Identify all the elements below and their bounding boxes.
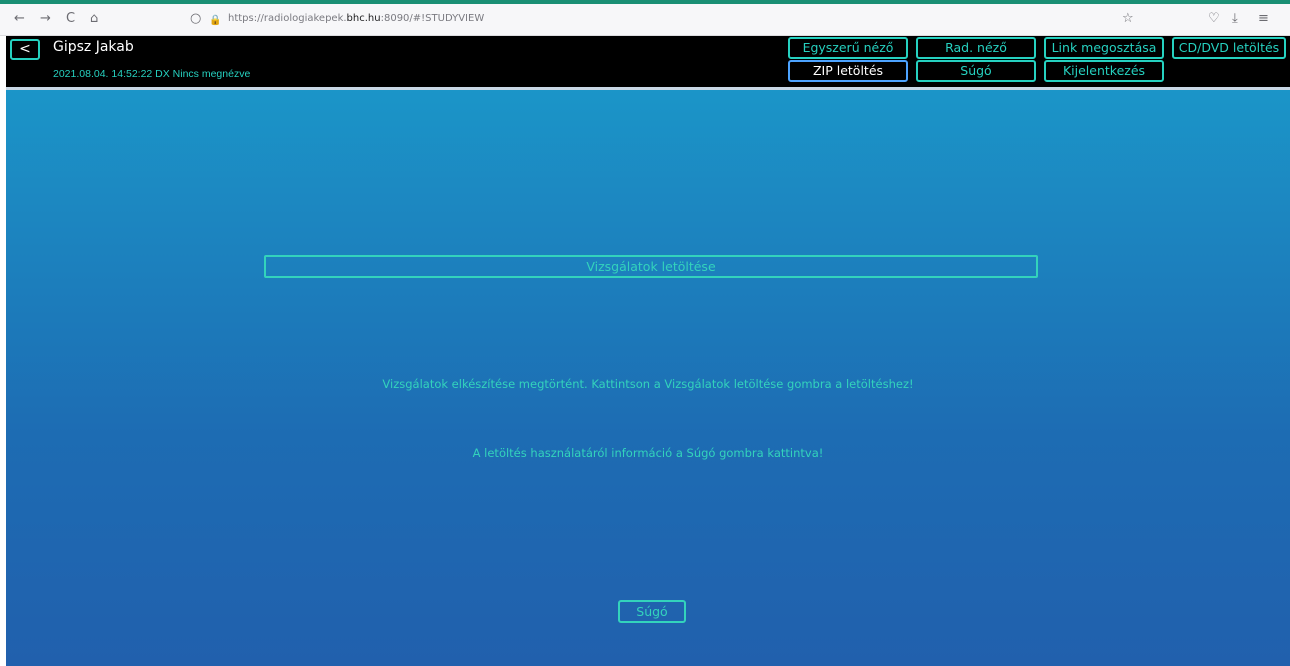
- download-studies-button[interactable]: Vizsgálatok letöltése: [264, 255, 1038, 278]
- url-prefix: https://radiologiakepek.: [228, 13, 347, 24]
- forward-arrow-icon[interactable]: →: [40, 10, 51, 28]
- zip-download-button[interactable]: ZIP letöltés: [788, 60, 908, 82]
- ready-message: Vizsgálatok elkészítése megtörtént. Katt…: [382, 377, 914, 391]
- study-info: 2021.08.04. 14:52:22 DX Nincs megnézve: [53, 68, 251, 80]
- app-header: < Gipsz Jakab 2021.08.04. 14:52:22 DX Ni…: [6, 36, 1290, 87]
- logout-button[interactable]: Kijelentkezés: [1044, 60, 1164, 82]
- download-icon[interactable]: ⤓: [1232, 10, 1238, 28]
- help-info-message: A letöltés használatáról információ a Sú…: [472, 446, 824, 460]
- address-bar[interactable]: https://radiologiakepek.bhc.hu:8090/#!ST…: [228, 13, 484, 24]
- bookmark-star-icon[interactable]: ☆: [1122, 10, 1134, 28]
- back-button[interactable]: <: [10, 39, 40, 60]
- simple-viewer-button[interactable]: Egyszerű néző: [788, 37, 908, 59]
- pocket-icon[interactable]: ♡: [1208, 10, 1220, 28]
- lock-icon[interactable]: 🔒: [209, 12, 221, 30]
- browser-toolbar: ← → C ⌂ ○ 🔒 https://radiologiakepek.bhc.…: [0, 4, 1290, 36]
- home-icon[interactable]: ⌂: [90, 10, 98, 28]
- url-host: bhc.hu: [346, 13, 381, 24]
- patient-name: Gipsz Jakab: [53, 39, 134, 55]
- help-header-button[interactable]: Súgó: [916, 60, 1036, 82]
- rad-viewer-button[interactable]: Rad. néző: [916, 37, 1036, 59]
- share-link-button[interactable]: Link megosztása: [1044, 37, 1164, 59]
- reload-icon[interactable]: C: [66, 10, 75, 28]
- url-suffix: :8090/#!STUDYVIEW: [380, 13, 485, 24]
- menu-icon[interactable]: ≡: [1258, 10, 1269, 28]
- cd-dvd-download-button[interactable]: CD/DVD letöltés: [1172, 37, 1286, 59]
- main-content: Vizsgálatok letöltése Vizsgálatok elkész…: [6, 90, 1290, 666]
- tracking-shield-icon[interactable]: ○: [190, 10, 201, 28]
- help-button[interactable]: Súgó: [618, 600, 686, 623]
- back-arrow-icon[interactable]: ←: [14, 10, 25, 28]
